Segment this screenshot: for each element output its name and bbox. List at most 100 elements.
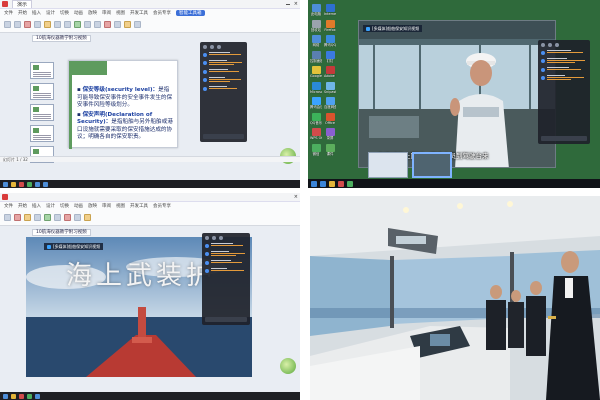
- desktop-icon[interactable]: Google Chrome: [310, 66, 322, 78]
- document-tab[interactable]: 10航海仪器教学附习视频: [32, 229, 91, 236]
- desktop-icon[interactable]: 此电脑: [310, 4, 322, 16]
- desktop-icon[interactable]: Adobe Reader: [324, 66, 336, 78]
- menu-item[interactable]: 文件: [4, 10, 13, 16]
- picture-icon[interactable]: [64, 214, 71, 221]
- desktop-icon[interactable]: Office: [324, 112, 336, 125]
- window-preview-active[interactable]: [412, 152, 452, 178]
- desktop-icon[interactable]: Internet Explorer: [324, 4, 336, 16]
- paste-icon[interactable]: [4, 214, 11, 221]
- new-slide-icon[interactable]: [14, 214, 21, 221]
- desktop-icon[interactable]: 钉钉: [324, 50, 336, 63]
- folder-icon[interactable]: [11, 181, 16, 187]
- close-icon[interactable]: ×: [294, 1, 298, 7]
- wechat-icon[interactable]: [27, 181, 32, 187]
- document-tab[interactable]: 10航海仪器教学附习视频: [32, 35, 91, 42]
- paste-icon[interactable]: [4, 21, 11, 28]
- arrange-icon[interactable]: [124, 21, 131, 28]
- bold-icon[interactable]: [54, 21, 61, 28]
- start-icon[interactable]: [3, 181, 8, 187]
- wps-icon[interactable]: [19, 393, 24, 399]
- menu-item[interactable]: 开始: [18, 203, 27, 209]
- chat-input[interactable]: [203, 134, 244, 139]
- meeting-icon[interactable]: [43, 181, 48, 187]
- meeting-logo-icon: [366, 27, 370, 31]
- close-icon[interactable]: ×: [294, 194, 298, 200]
- menu-item[interactable]: 放映: [88, 203, 97, 209]
- video-player[interactable]: [多媒体]船舶保安知识视频: [358, 20, 556, 168]
- minimize-icon[interactable]: [285, 3, 290, 5]
- bold-icon[interactable]: [34, 214, 41, 221]
- menu-item[interactable]: 审阅: [102, 203, 111, 209]
- new-slide-icon[interactable]: [24, 21, 31, 28]
- desktop-icon[interactable]: 课件: [324, 143, 336, 156]
- menu-item[interactable]: 开发工具: [130, 203, 148, 209]
- menu-item[interactable]: 切换: [60, 10, 69, 16]
- slide-canvas[interactable]: ▪ 保安等级(security level)：是指可能导致保安事件的安全事件发生…: [68, 60, 178, 149]
- chat-input[interactable]: [205, 317, 247, 322]
- menu-item[interactable]: 文件: [4, 203, 13, 209]
- arrange-icon[interactable]: [84, 214, 91, 221]
- desktop-icon[interactable]: 网络: [310, 35, 322, 47]
- align-icon[interactable]: [84, 21, 91, 28]
- slide-thumbnail[interactable]: [30, 62, 54, 79]
- slide-thumbnail[interactable]: [30, 125, 54, 142]
- menu-item[interactable]: 动画: [74, 10, 83, 16]
- desktop-icon[interactable]: 腾讯会议: [310, 97, 322, 109]
- picture-icon[interactable]: [104, 21, 111, 28]
- menu-item[interactable]: 设计: [46, 203, 55, 209]
- slide-thumbnail[interactable]: [30, 104, 54, 121]
- desktop-icon[interactable]: 微信: [310, 143, 322, 156]
- menu-item[interactable]: 设计: [46, 10, 55, 16]
- menu-item[interactable]: 视图: [116, 203, 125, 209]
- font-icon[interactable]: [44, 21, 51, 28]
- textbox-icon[interactable]: [114, 21, 121, 28]
- browser-icon[interactable]: [35, 181, 40, 187]
- menu-item-active[interactable]: 智能工具箱: [176, 10, 205, 16]
- menu-item[interactable]: 插入: [32, 203, 41, 209]
- menu-item[interactable]: 审阅: [102, 10, 111, 16]
- folder-icon[interactable]: [329, 180, 335, 187]
- desktop-icon[interactable]: 百度网盘: [324, 97, 336, 109]
- wps-icon[interactable]: [19, 181, 24, 187]
- wechat-icon[interactable]: [27, 393, 32, 399]
- desktop-icon[interactable]: 控制面板: [310, 50, 322, 63]
- desktop-icon[interactable]: 回收站: [310, 19, 322, 32]
- shape-icon[interactable]: [44, 214, 51, 221]
- desktop-icon[interactable]: Firefox: [324, 19, 336, 32]
- menu-item[interactable]: 放映: [88, 10, 97, 16]
- desktop-icon[interactable]: WPS Office: [310, 128, 322, 140]
- italic-icon[interactable]: [64, 21, 71, 28]
- desktop-icon[interactable]: QQ音乐: [310, 112, 322, 125]
- textbox-icon[interactable]: [74, 214, 81, 221]
- wps-icon[interactable]: [338, 180, 344, 187]
- menu-item[interactable]: 开始: [18, 10, 27, 16]
- menu-item[interactable]: 切换: [60, 203, 69, 209]
- browser-icon[interactable]: [35, 393, 40, 399]
- align-icon[interactable]: [54, 214, 61, 221]
- start-icon[interactable]: [311, 180, 317, 187]
- slide-thumbnail[interactable]: [30, 83, 54, 100]
- cut-icon[interactable]: [14, 21, 21, 28]
- window-preview[interactable]: [368, 152, 408, 178]
- layout-icon[interactable]: [34, 21, 41, 28]
- shape-icon[interactable]: [74, 21, 81, 28]
- find-icon[interactable]: [134, 21, 141, 28]
- start-icon[interactable]: [3, 393, 8, 399]
- desktop-icon[interactable]: Snipaste: [324, 81, 336, 94]
- desktop-icon[interactable]: 录屏: [324, 128, 336, 140]
- menu-item[interactable]: 会员专享: [153, 10, 171, 16]
- wechat-icon[interactable]: [347, 180, 353, 187]
- desktop-icon[interactable]: Microsoft Edge: [310, 81, 322, 94]
- menu-item[interactable]: 会员专享: [153, 203, 171, 209]
- chat-input[interactable]: [541, 136, 587, 141]
- menu-item[interactable]: 动画: [74, 203, 83, 209]
- search-icon[interactable]: [320, 180, 326, 187]
- font-icon[interactable]: [24, 214, 31, 221]
- folder-icon[interactable]: [11, 393, 16, 399]
- menu-item[interactable]: 视图: [116, 10, 125, 16]
- menu-item[interactable]: 开发工具: [130, 10, 148, 16]
- menu-item[interactable]: 插入: [32, 10, 41, 16]
- list-icon[interactable]: [94, 21, 101, 28]
- app-tab[interactable]: 演示: [12, 0, 33, 8]
- desktop-icon[interactable]: 腾讯QQ: [324, 35, 336, 47]
